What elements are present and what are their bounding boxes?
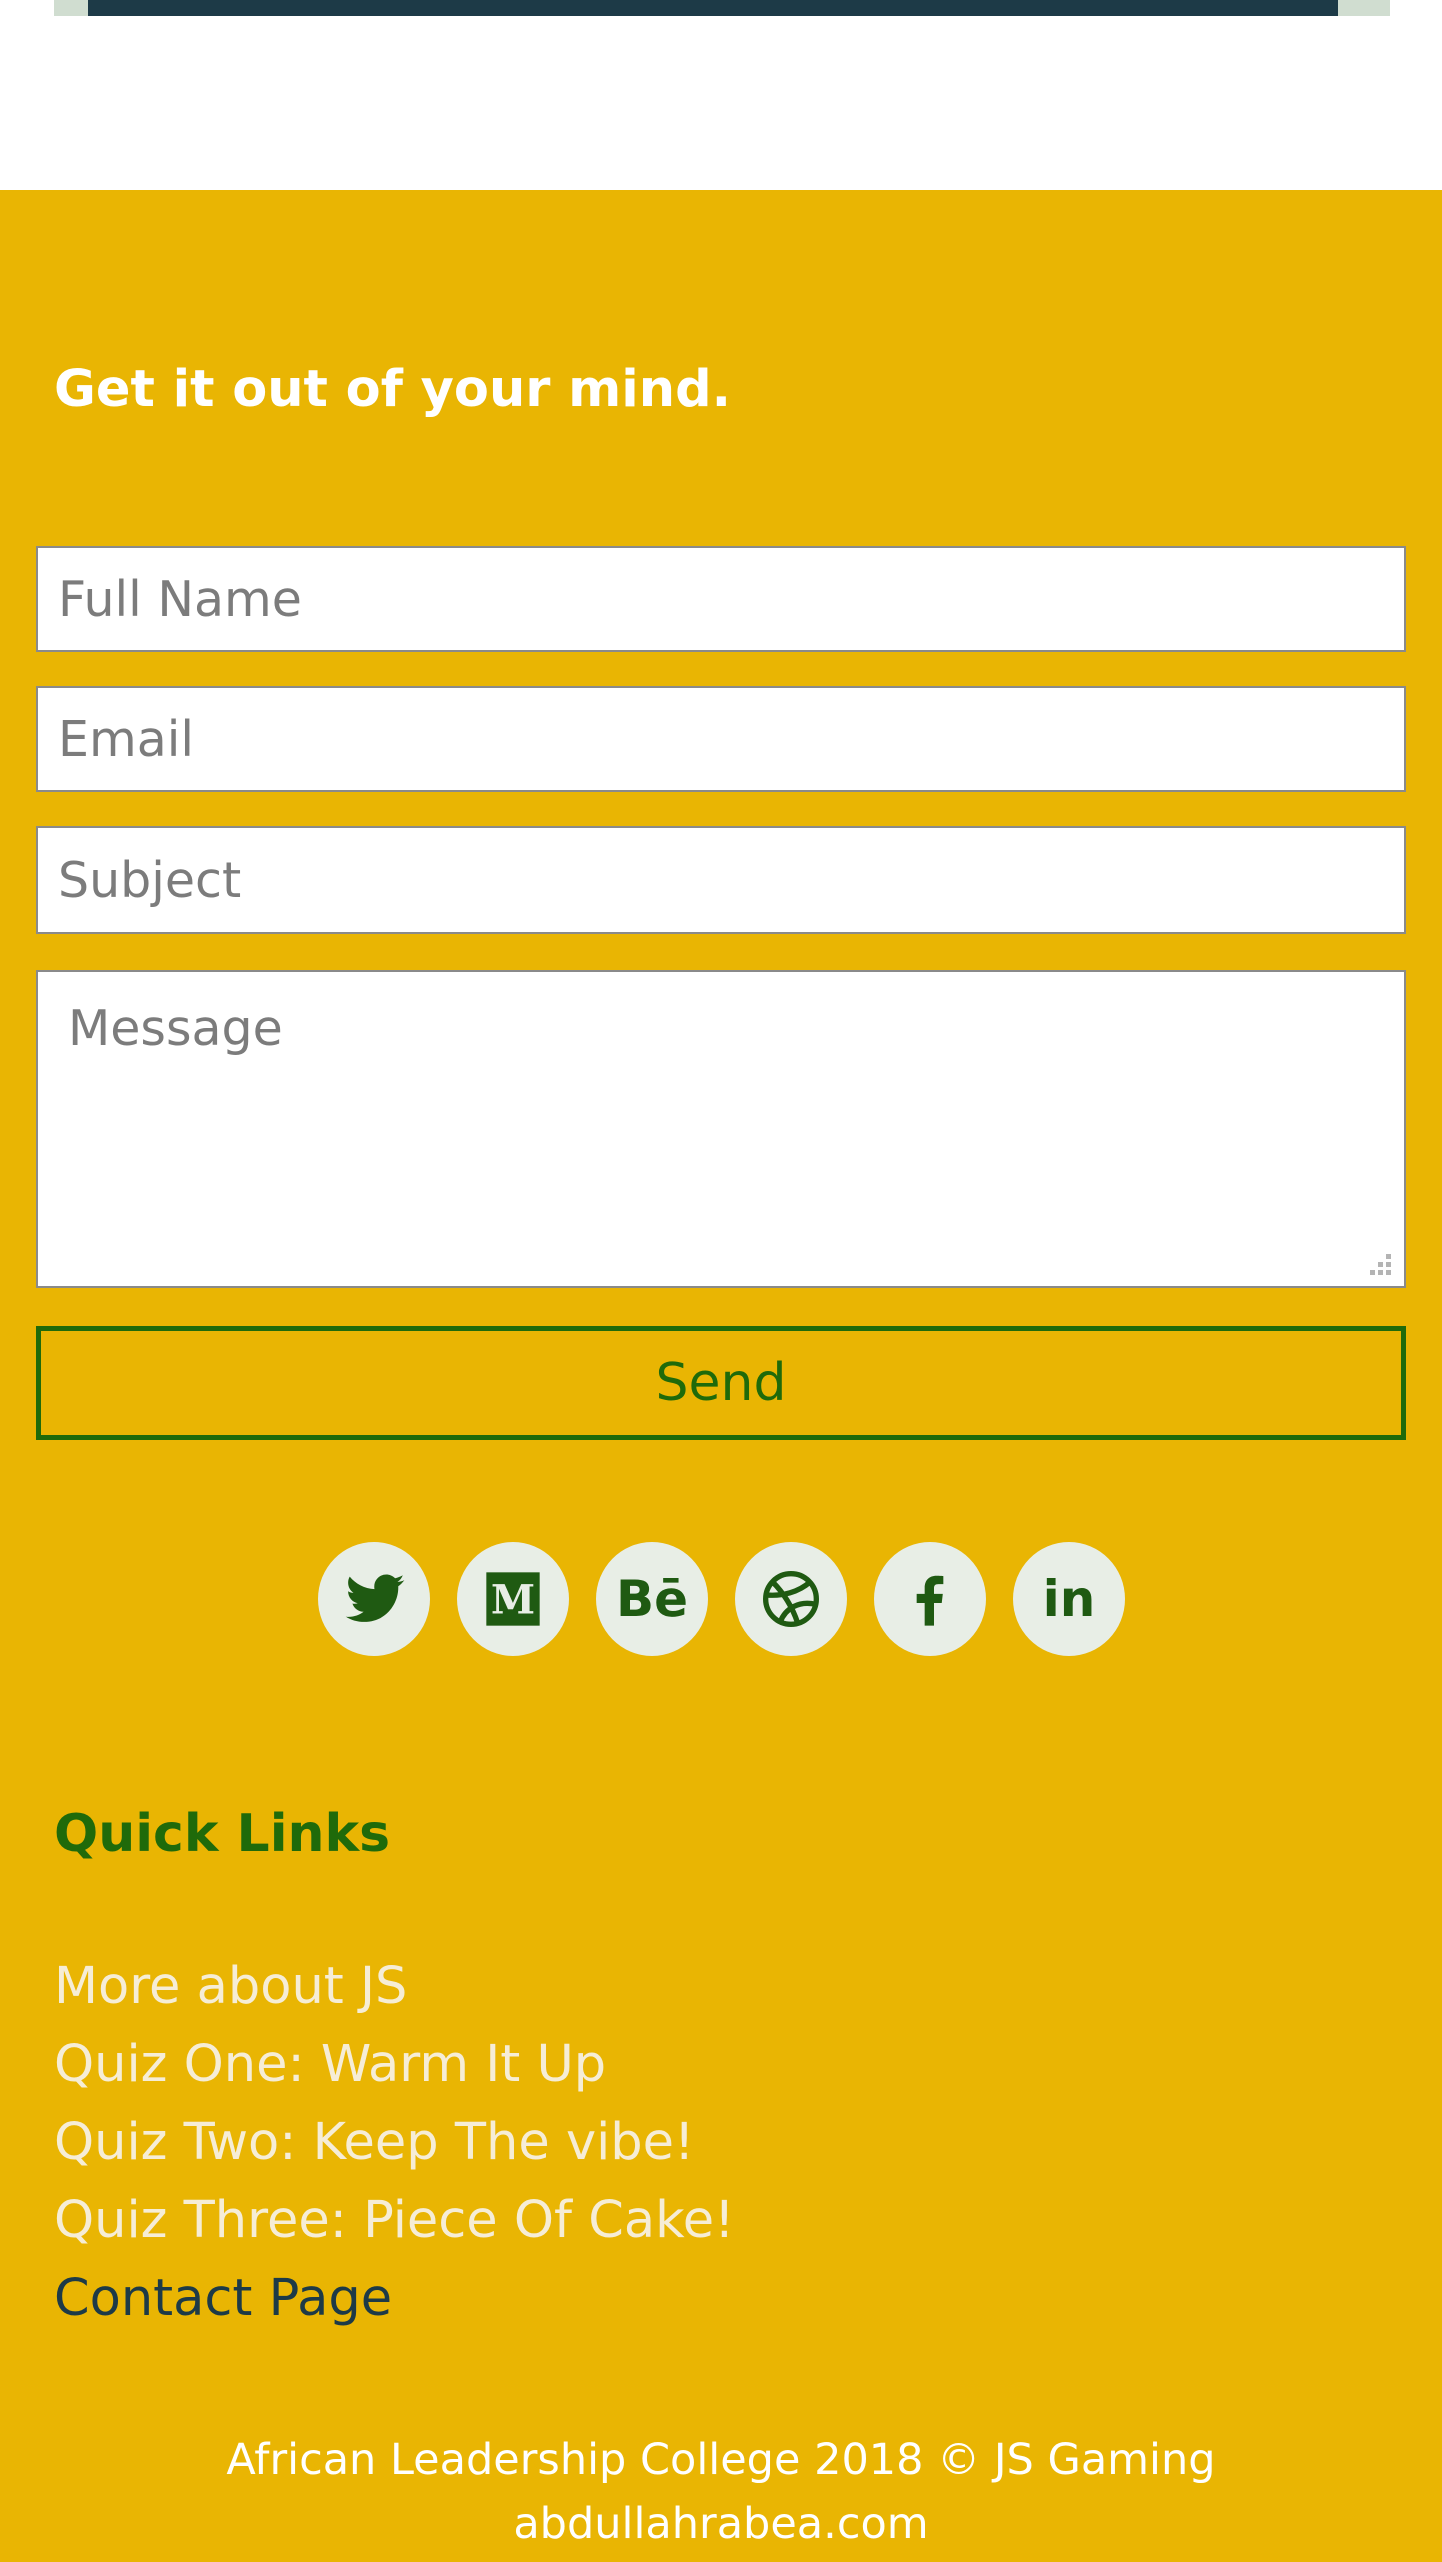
list-item: Quiz Two: Keep The vibe!: [54, 2104, 735, 2182]
resize-grip-icon[interactable]: [1368, 1252, 1394, 1278]
quick-link-contact-page[interactable]: Contact Page: [54, 2269, 392, 2328]
email-input[interactable]: [36, 686, 1406, 792]
medium-link[interactable]: M: [457, 1542, 569, 1656]
list-item: Quiz One: Warm It Up: [54, 2026, 735, 2104]
linkedin-link[interactable]: in: [1013, 1542, 1125, 1656]
svg-text:M: M: [491, 1577, 535, 1624]
list-item: Contact Page: [54, 2260, 735, 2338]
quick-links-list: More about JS Quiz One: Warm It Up Quiz …: [54, 1948, 735, 2338]
copyright-text: African Leadership College 2018 © JS Gam…: [226, 2435, 1216, 2485]
quick-link-quiz-three[interactable]: Quiz Three: Piece Of Cake!: [54, 2191, 735, 2250]
quick-link-more-about-js[interactable]: More about JS: [54, 1957, 407, 2016]
list-item: More about JS: [54, 1948, 735, 2026]
quick-link-quiz-one[interactable]: Quiz One: Warm It Up: [54, 2035, 606, 2094]
top-progress-bar: [88, 0, 1338, 16]
contact-footer-section: Get it out of your mind. Send M Bē: [0, 190, 1442, 2562]
full-name-input[interactable]: [36, 546, 1406, 652]
message-textarea[interactable]: [36, 970, 1406, 1288]
dribbble-icon: [763, 1571, 819, 1627]
copyright-block: African Leadership College 2018 © JS Gam…: [0, 2428, 1442, 2556]
quick-link-quiz-two[interactable]: Quiz Two: Keep The vibe!: [54, 2113, 695, 2172]
subject-input[interactable]: [36, 826, 1406, 934]
top-progress-track: [54, 0, 1390, 16]
medium-icon: M: [486, 1572, 540, 1626]
facebook-link[interactable]: [874, 1542, 986, 1656]
dribbble-link[interactable]: [735, 1542, 847, 1656]
send-button[interactable]: Send: [36, 1326, 1406, 1440]
twitter-link[interactable]: [318, 1542, 430, 1656]
behance-icon: Bē: [615, 1570, 689, 1628]
linkedin-icon: in: [1042, 1570, 1096, 1628]
twitter-icon: [345, 1574, 405, 1622]
site-link[interactable]: abdullahrabea.com: [0, 2492, 1442, 2556]
behance-link[interactable]: Bē: [596, 1542, 708, 1656]
message-wrapper: [36, 970, 1406, 1288]
quick-links-title: Quick Links: [54, 1804, 391, 1864]
contact-heading: Get it out of your mind.: [54, 360, 731, 419]
list-item: Quiz Three: Piece Of Cake!: [54, 2182, 735, 2260]
facebook-icon: [916, 1575, 944, 1626]
